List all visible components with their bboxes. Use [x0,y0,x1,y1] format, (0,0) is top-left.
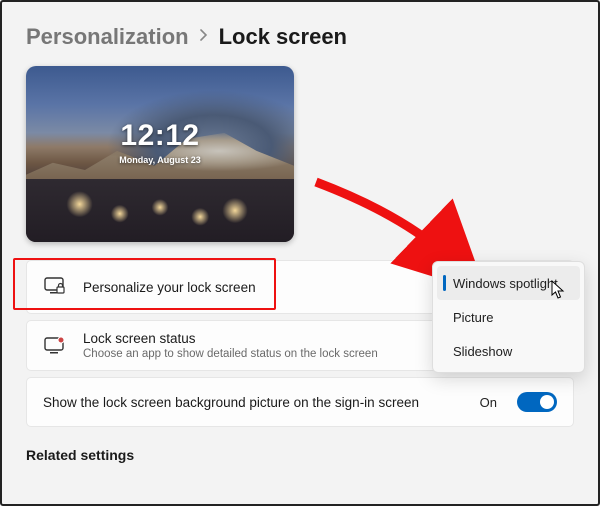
breadcrumb-current: Lock screen [219,24,347,50]
signin-label: Show the lock screen background picture … [43,395,480,410]
signin-background-row: Show the lock screen background picture … [26,377,574,427]
dropdown-option-spotlight[interactable]: Windows spotlight [437,266,580,300]
preview-clock-date: Monday, August 23 [119,155,201,165]
monitor-lock-icon [43,275,67,299]
breadcrumb: Personalization Lock screen [26,24,574,50]
dropdown-option-slideshow[interactable]: Slideshow [433,334,584,368]
lockscreen-preview: 12:12 Monday, August 23 [26,66,294,242]
monitor-badge-icon [43,334,67,358]
dropdown-option-picture[interactable]: Picture [433,300,584,334]
toggle-state-label: On [480,395,497,410]
preview-clock-time: 12:12 [119,119,201,153]
signin-background-toggle[interactable] [517,392,557,412]
chevron-right-icon [199,28,209,46]
personalize-dropdown: Windows spotlight Picture Slideshow [432,261,585,373]
breadcrumb-parent[interactable]: Personalization [26,24,189,50]
related-settings-heading: Related settings [26,447,574,463]
